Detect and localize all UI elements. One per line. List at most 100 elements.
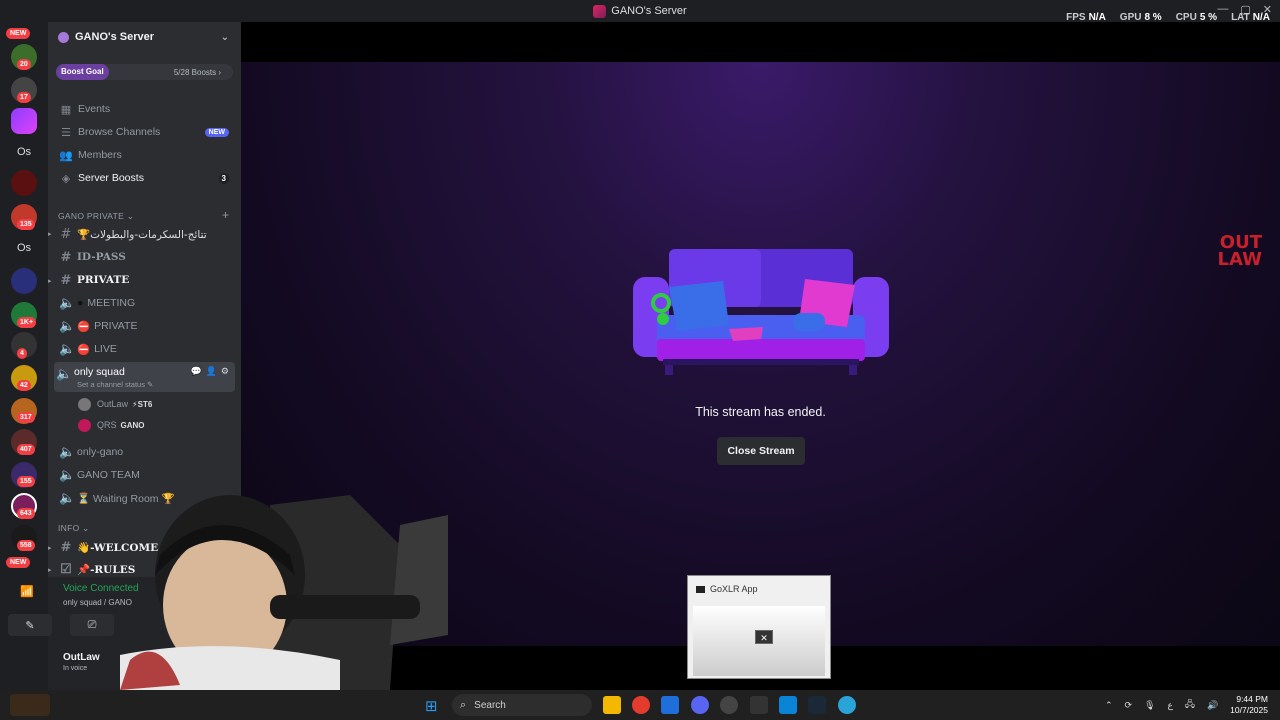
server-header[interactable]: GANO's Server ⌄ — [48, 22, 241, 52]
voice-user-outlaw[interactable]: OutLaw ⚡ST6 — [78, 395, 152, 413]
nav-events[interactable]: ▦ Events — [48, 99, 241, 119]
chat-icon[interactable]: 💬 — [190, 366, 201, 377]
category-info[interactable]: INFO ⌄ — [58, 523, 90, 534]
calendar-icon: ▦ — [60, 103, 72, 116]
language-indicator[interactable]: ع — [1168, 700, 1173, 711]
goxlr-close-button[interactable]: ✕ — [755, 630, 773, 644]
boost-goal-bar[interactable]: Boost Goal 5/28 Boosts › — [56, 64, 233, 80]
nav-browse-channels[interactable]: ☰ Browse Channels NEW — [48, 122, 241, 142]
close-stream-button[interactable]: Close Stream — [717, 437, 805, 465]
speaker-icon: 🔈 — [59, 490, 76, 505]
system-tray: ⌃ ⟳ 🎙 ع 🖧 🔊 9:44 PM 10/7/2025 — [1105, 694, 1268, 716]
caret-right-icon: ▸ — [48, 542, 52, 552]
gear-icon[interactable]: ⚙ — [221, 366, 229, 377]
window-title: GANO's Server — [611, 5, 687, 17]
unread-badge: 4 — [17, 348, 27, 359]
speaker-icon: 🔈 — [59, 467, 76, 482]
boost-count-badge: 3 — [218, 172, 229, 184]
voice-channel-private[interactable]: 🔈 ⛔ PRIVATE — [48, 316, 241, 336]
unread-badge: 155 — [17, 476, 35, 487]
camera-off-button[interactable]: ✎ — [8, 614, 52, 636]
boost-goal-label: Boost Goal — [56, 64, 109, 80]
nav-members[interactable]: 👥 Members — [48, 145, 241, 165]
file-explorer-icon[interactable] — [603, 696, 621, 714]
store-icon[interactable] — [661, 696, 679, 714]
taskbar-clock[interactable]: 9:44 PM 10/7/2025 — [1230, 694, 1268, 716]
goxlr-titlebar: GoXLR App — [688, 576, 830, 602]
chevron-down-icon[interactable]: ⌄ — [221, 32, 229, 43]
weather-widget[interactable] — [10, 694, 50, 716]
speaker-icon: 🔈 — [59, 295, 76, 310]
unread-badge: 135 — [17, 219, 35, 230]
stage-header — [241, 22, 1280, 62]
chevron-up-icon[interactable]: ⌃ — [1105, 700, 1113, 711]
channel-private-text[interactable]: ▸ # PRIVATE — [48, 270, 241, 290]
voice-channel-live[interactable]: 🔈 ⛔ LIVE — [48, 339, 241, 359]
unread-badge: 643 — [17, 508, 35, 519]
windows-start-icon[interactable]: ⊞ — [425, 697, 438, 715]
avatar — [78, 397, 91, 411]
goxlr-preview: ✕ — [693, 606, 825, 676]
mic-icon[interactable]: 🎙 — [1144, 700, 1155, 711]
caret-right-icon: ▸ — [48, 275, 52, 285]
goxlr-app-window[interactable]: GoXLR App ✕ — [687, 575, 831, 679]
server-icon-4[interactable] — [11, 170, 37, 196]
stream-ended-message: This stream has ended. — [695, 405, 826, 419]
app-icon — [696, 585, 705, 593]
voice-channel-meeting[interactable]: 🔈 ● MEETING — [48, 293, 241, 313]
voice-user-qrs[interactable]: QRS GANO — [78, 416, 145, 434]
server-initials[interactable]: Os — [17, 146, 31, 158]
nav-label: Server Boosts — [78, 172, 144, 184]
speaker-icon: 🔈 — [59, 444, 76, 459]
unread-badge: 407 — [17, 444, 35, 455]
nav-label: Members — [78, 149, 122, 161]
webcam-overlay — [120, 495, 448, 690]
black-circle-icon: ● — [77, 297, 84, 309]
user-name[interactable]: OutLaw — [63, 652, 100, 663]
edge-icon[interactable] — [838, 696, 856, 714]
browse-icon: ☰ — [61, 126, 71, 139]
goxlr-icon[interactable] — [750, 696, 768, 714]
add-channel-icon[interactable]: + — [222, 208, 229, 222]
channel-arabic-results[interactable]: ▸ # 🏆تتائج-السكرمات-والبطولات — [48, 224, 241, 244]
signal-icon: 📶 — [20, 586, 34, 598]
taskbar-search-box[interactable]: ⌕ Search — [452, 694, 592, 716]
category-gano-private[interactable]: GANO PRIVATE ⌄ — [58, 211, 134, 222]
no-entry-icon: ⛔ — [77, 343, 91, 356]
voice-channel-only-squad[interactable]: 🔈 only squad Set a channel status ✎ 💬 👤 … — [54, 362, 235, 392]
voice-channel-only-gano[interactable]: 🔈 only-gano — [48, 442, 241, 462]
no-entry-icon: ⛔ — [77, 320, 91, 333]
voice-channel-gano-team[interactable]: 🔈 GANO TEAM — [48, 465, 241, 485]
sync-icon[interactable]: ⟳ — [1125, 700, 1133, 711]
boost-count: 5/28 Boosts › — [173, 67, 221, 77]
server-icon-6[interactable] — [11, 268, 37, 294]
unread-badge: 17 — [17, 92, 31, 103]
caret-right-icon: ▸ — [48, 230, 52, 238]
new-pill: NEW — [204, 127, 229, 137]
unread-badge: 20 — [17, 59, 31, 70]
desktop: GANO's Server — ▢ ✕ FPS N/A GPU 8 % CPU 5 %… — [0, 0, 1280, 720]
volume-icon[interactable]: 🔊 — [1207, 700, 1218, 711]
outlaw-logo: OUT LAW — [1217, 232, 1262, 271]
hash-icon: # — [60, 249, 72, 265]
chrome-icon[interactable] — [632, 696, 650, 714]
network-icon[interactable]: 🖧 — [1185, 697, 1195, 713]
invite-icon[interactable]: 👤 — [206, 366, 217, 377]
channel-tools: 💬 👤 ⚙ — [190, 366, 229, 377]
server-badge-icon — [58, 31, 69, 43]
new-badge: NEW — [6, 28, 31, 39]
nav-server-boosts[interactable]: ◈ Server Boosts 3 — [48, 168, 241, 188]
avatar — [78, 418, 91, 432]
caret-right-icon: ▸ — [48, 564, 52, 574]
new-badge: NEW — [6, 557, 31, 568]
hash-icon: # — [60, 539, 72, 555]
obs-icon[interactable] — [720, 696, 738, 714]
server-icon-3[interactable] — [11, 108, 37, 134]
server-initials[interactable]: Os — [17, 242, 31, 254]
steam-icon[interactable] — [808, 696, 826, 714]
window-app-icon[interactable] — [779, 696, 797, 714]
channel-id-pass[interactable]: # ID-PASS — [48, 247, 241, 267]
discord-icon[interactable] — [691, 696, 709, 714]
speaker-icon: 🔈 — [59, 341, 76, 356]
channel-status-hint[interactable]: Set a channel status ✎ — [77, 380, 153, 389]
